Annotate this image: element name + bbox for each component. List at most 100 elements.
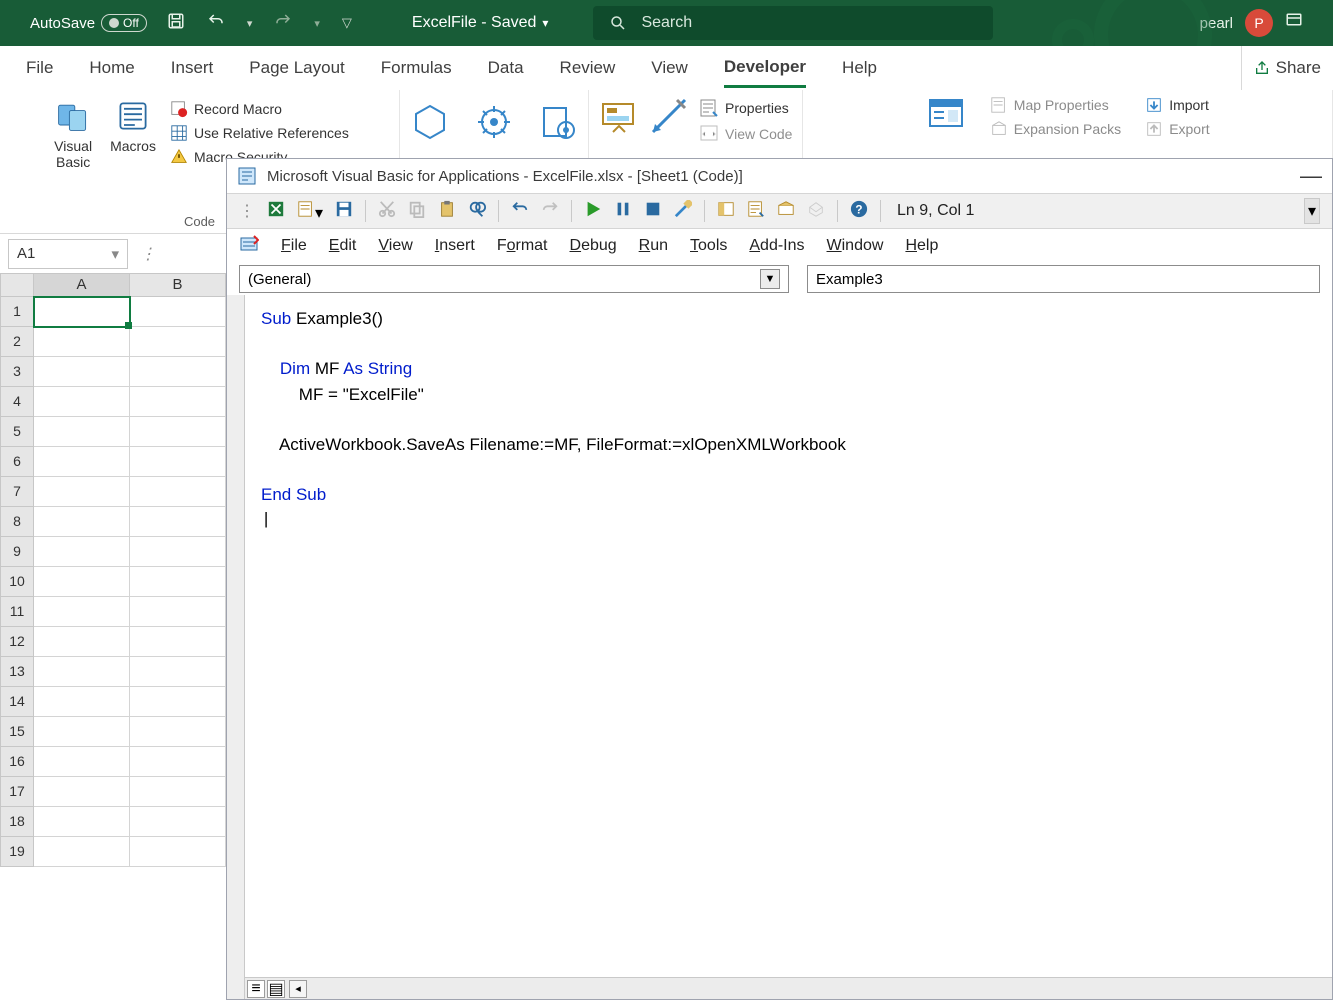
tab-insert[interactable]: Insert [171, 50, 214, 86]
document-title[interactable]: ExcelFile - Saved▾ [412, 14, 549, 32]
share-button[interactable]: Share [1241, 46, 1333, 90]
cell[interactable] [130, 447, 226, 477]
vbe-scrollbar[interactable]: ≡ ▤ ◂ [245, 977, 1332, 999]
save-vbe-icon[interactable] [335, 200, 353, 223]
cell[interactable] [130, 387, 226, 417]
row-header[interactable]: 10 [0, 567, 34, 597]
menu-debug[interactable]: Debug [570, 237, 617, 255]
cell[interactable] [130, 507, 226, 537]
cell[interactable] [34, 567, 130, 597]
cut-icon[interactable] [378, 200, 396, 223]
row-header[interactable]: 13 [0, 657, 34, 687]
menu-insert[interactable]: Insert [435, 237, 475, 255]
code-editor[interactable]: Sub Example3() Dim MF As String MF = "Ex… [245, 295, 1332, 999]
cell[interactable] [34, 417, 130, 447]
visual-basic-button[interactable]: Visual Basic [50, 96, 96, 172]
row-header[interactable]: 7 [0, 477, 34, 507]
find-icon[interactable] [468, 200, 486, 223]
insert-controls-icon[interactable] [599, 96, 639, 141]
run-icon[interactable] [584, 200, 602, 223]
cell-a1[interactable] [34, 297, 130, 327]
row-header[interactable]: 11 [0, 597, 34, 627]
minimize-button[interactable]: — [1300, 163, 1322, 189]
undo-vbe-icon[interactable] [511, 200, 529, 223]
insert-module-icon[interactable]: ▾ [297, 200, 323, 223]
cell[interactable] [34, 717, 130, 747]
tab-formulas[interactable]: Formulas [381, 50, 452, 86]
cell[interactable] [130, 327, 226, 357]
row-header[interactable]: 14 [0, 687, 34, 717]
cell[interactable] [34, 327, 130, 357]
excel-addins-icon[interactable] [474, 102, 514, 147]
cell[interactable] [34, 477, 130, 507]
design-mode-icon[interactable] [649, 96, 689, 141]
object-dropdown[interactable]: (General)▼ [239, 265, 789, 293]
toolbox-icon[interactable] [807, 200, 825, 223]
map-properties-button[interactable]: Map Properties [990, 96, 1121, 114]
break-icon[interactable] [614, 200, 632, 223]
view-excel-icon[interactable] [267, 200, 285, 223]
cell[interactable] [130, 777, 226, 807]
cell[interactable] [34, 777, 130, 807]
cell[interactable] [130, 747, 226, 777]
tab-data[interactable]: Data [488, 50, 524, 86]
cell[interactable] [130, 417, 226, 447]
vbe-switch-icon[interactable] [239, 234, 259, 259]
cell[interactable] [130, 837, 226, 867]
paste-icon[interactable] [438, 200, 456, 223]
cell[interactable] [130, 597, 226, 627]
cell[interactable] [130, 537, 226, 567]
cell[interactable] [34, 537, 130, 567]
toolbar-options[interactable]: ▾ [1304, 198, 1320, 224]
cell[interactable] [130, 627, 226, 657]
user-avatar[interactable]: P [1245, 9, 1273, 37]
help-icon[interactable]: ? [850, 200, 868, 223]
column-header-b[interactable]: B [130, 273, 226, 297]
redo-vbe-icon[interactable] [541, 200, 559, 223]
spreadsheet-grid[interactable]: A B 1 2 3 4 5 6 7 8 9 10 11 12 13 14 15 … [0, 273, 230, 1000]
menu-run[interactable]: Run [639, 237, 668, 255]
com-addins-icon[interactable] [538, 102, 578, 147]
export-button[interactable]: Export [1145, 120, 1209, 138]
tab-developer[interactable]: Developer [724, 49, 806, 88]
cell[interactable] [34, 687, 130, 717]
row-header[interactable]: 12 [0, 627, 34, 657]
row-header[interactable]: 3 [0, 357, 34, 387]
cell[interactable] [130, 717, 226, 747]
code-margin[interactable] [227, 295, 245, 999]
cell[interactable] [130, 357, 226, 387]
name-box[interactable]: A1▾ [8, 239, 128, 269]
cell[interactable] [130, 657, 226, 687]
row-header[interactable]: 18 [0, 807, 34, 837]
search-box[interactable]: Search [593, 6, 993, 40]
row-header[interactable]: 4 [0, 387, 34, 417]
tab-help[interactable]: Help [842, 50, 877, 86]
row-header[interactable]: 9 [0, 537, 34, 567]
row-header[interactable]: 6 [0, 447, 34, 477]
properties-window-icon[interactable] [747, 200, 765, 223]
select-all-corner[interactable] [0, 273, 34, 297]
menu-file[interactable]: File [281, 237, 307, 255]
procedure-view-icon[interactable]: ≡ [247, 980, 265, 998]
cell[interactable] [34, 387, 130, 417]
qat-customize[interactable]: ▽ [342, 15, 352, 31]
row-header[interactable]: 16 [0, 747, 34, 777]
cell[interactable] [130, 567, 226, 597]
scroll-left[interactable]: ◂ [289, 980, 307, 998]
redo-icon[interactable] [274, 12, 292, 35]
row-header[interactable]: 8 [0, 507, 34, 537]
source-icon[interactable] [926, 96, 966, 141]
cell[interactable] [34, 747, 130, 777]
row-header[interactable]: 15 [0, 717, 34, 747]
menu-tools[interactable]: Tools [690, 237, 727, 255]
column-header-a[interactable]: A [34, 273, 130, 297]
project-explorer-icon[interactable] [717, 200, 735, 223]
use-relative-references-button[interactable]: Use Relative References [170, 124, 349, 142]
tab-page-layout[interactable]: Page Layout [249, 50, 344, 86]
menu-view[interactable]: View [378, 237, 412, 255]
row-header[interactable]: 2 [0, 327, 34, 357]
row-header[interactable]: 5 [0, 417, 34, 447]
record-macro-button[interactable]: Record Macro [170, 100, 349, 118]
cell[interactable] [130, 807, 226, 837]
row-header[interactable]: 17 [0, 777, 34, 807]
